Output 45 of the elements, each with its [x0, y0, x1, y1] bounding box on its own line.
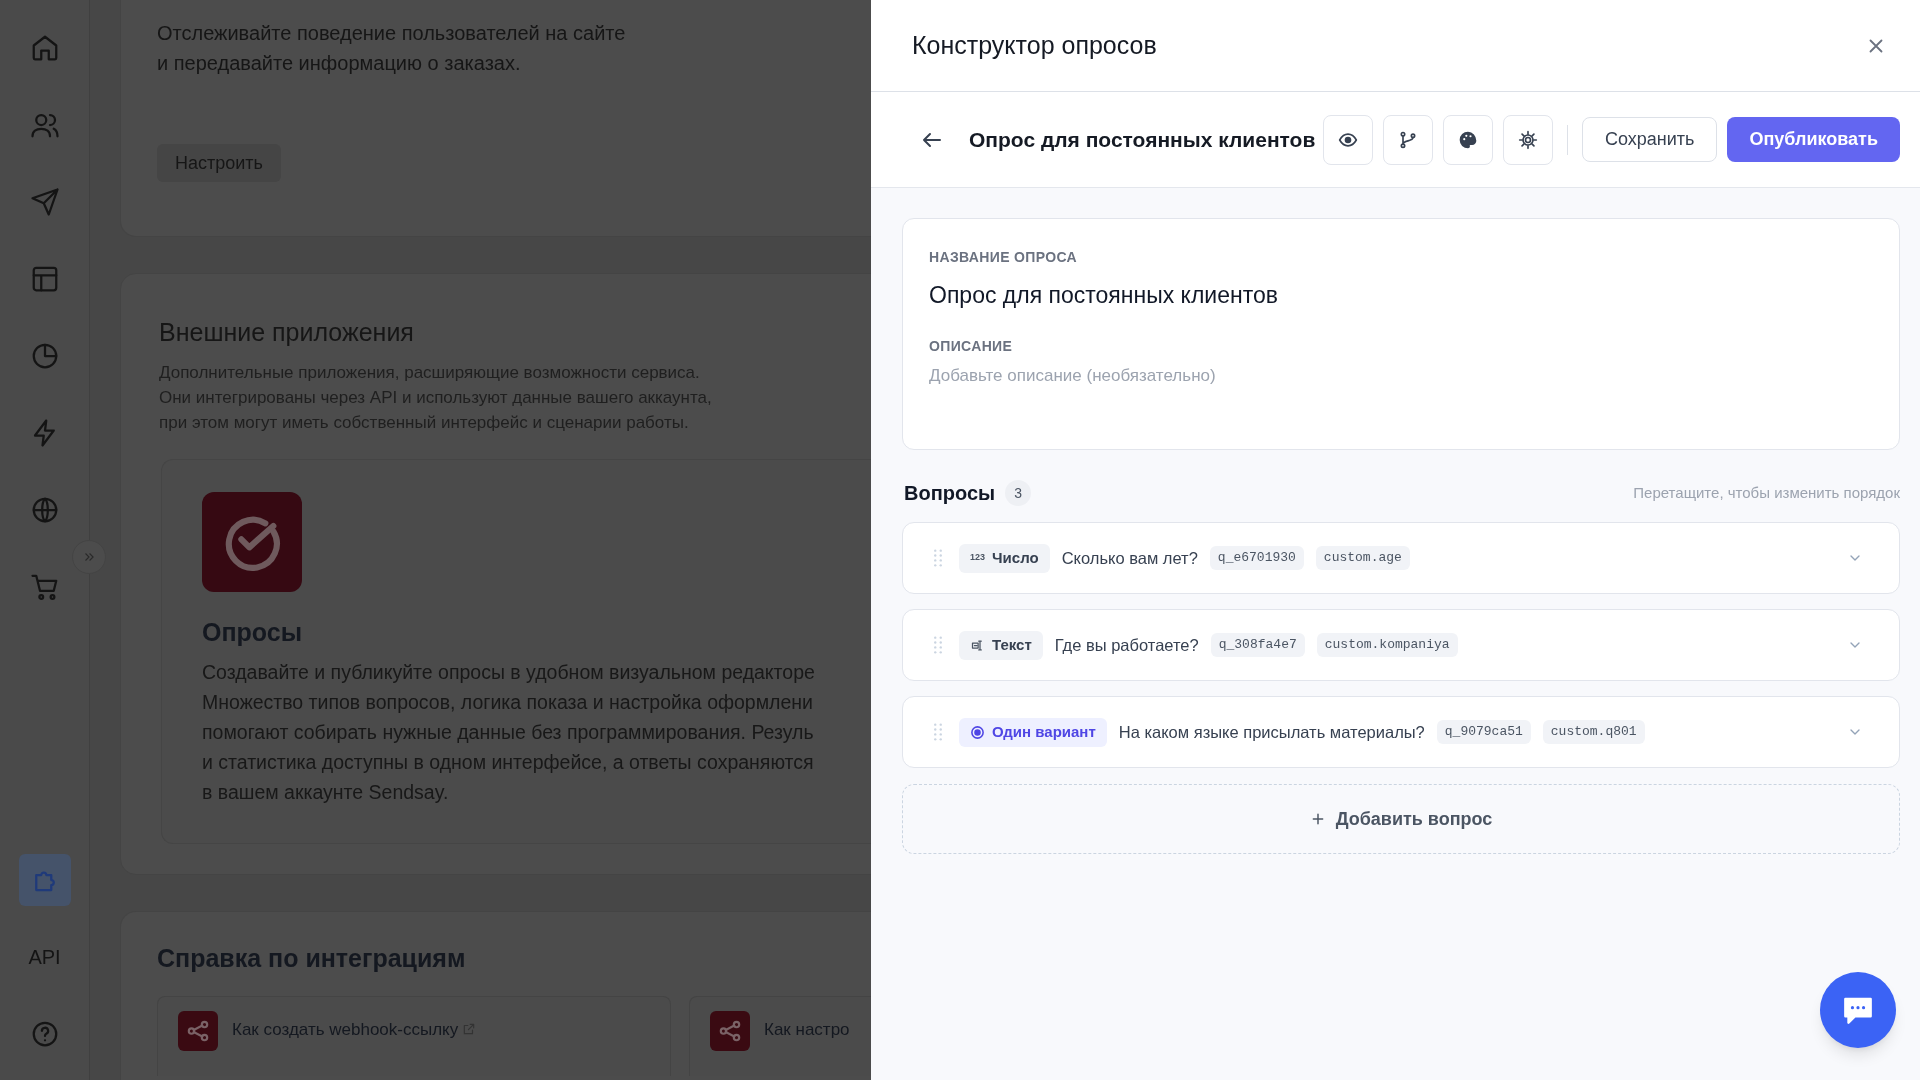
app-title: Опросы	[202, 616, 303, 648]
external-link-icon	[462, 1022, 477, 1037]
count-badge: 3	[1005, 480, 1032, 506]
field-key: custom.kompaniya	[1316, 633, 1458, 657]
section-title: Справка по интеграциям	[157, 943, 467, 974]
question-text: Сколько вам лет?	[1061, 547, 1198, 569]
question-id: q_308fa4e7	[1210, 633, 1305, 657]
settings-button[interactable]	[1503, 114, 1553, 165]
question-row[interactable]: Один вариант На каком языке присылать материалы? q_9079ca51 custom.q801	[902, 696, 1900, 768]
question-row[interactable]: Текст Где вы работаете? q_308fa4e7 custom.kompaniya	[902, 609, 1900, 681]
cart-icon	[29, 572, 60, 602]
save-button[interactable]: Сохранить	[1582, 117, 1718, 162]
radio-icon	[970, 724, 985, 740]
hint-text: Перетащите, чтобы изменить порядок	[1633, 482, 1900, 503]
branch-icon	[1398, 129, 1418, 150]
settings-icon	[1518, 129, 1538, 150]
palette-icon	[1458, 129, 1478, 150]
question-type-badge: 123 Число	[959, 543, 1050, 573]
question-type-badge: Один вариант	[959, 717, 1107, 747]
sidebar-item[interactable]	[18, 854, 71, 906]
type-icon-text: 123	[970, 551, 986, 565]
send-icon	[29, 187, 60, 217]
question-id: q_e6701930	[1209, 546, 1304, 570]
survey-name: Опрос для постоянных клиентов	[929, 281, 1279, 310]
description-field[interactable]: Добавьте описание (необязательно)	[929, 362, 1529, 389]
field-key: custom.age	[1315, 546, 1410, 570]
panel-title: Конструктор опросов	[912, 29, 1157, 61]
chat-button[interactable]	[1820, 972, 1896, 1048]
expand-button[interactable]	[72, 540, 106, 574]
field-label: НАЗВАНИЕ ОПРОСА	[929, 248, 1079, 267]
survey-title: Опрос для постоянных клиентов	[969, 126, 1316, 153]
field-label: ОПИСАНИЕ	[929, 336, 1014, 356]
design-button[interactable]	[1443, 114, 1493, 165]
question-row[interactable]: 123 Число Сколько вам лет? q_e6701930 custom.age	[902, 522, 1900, 594]
field-key: custom.q801	[1542, 720, 1645, 744]
preview-button[interactable]	[1323, 114, 1373, 165]
question-type-badge: Текст	[959, 630, 1043, 660]
logic-button[interactable]	[1383, 114, 1433, 165]
question-text: На каком языке присылать материалы?	[1118, 721, 1425, 743]
section-title: Вопросы	[904, 481, 996, 506]
publish-button[interactable]: Опубликовать	[1727, 117, 1900, 162]
question-text: Где вы работаете?	[1054, 634, 1199, 656]
question-id: q_9079ca51	[1436, 720, 1531, 744]
text-field-icon	[970, 637, 985, 653]
add-question-button[interactable]: Добавить вопрос	[902, 784, 1900, 854]
